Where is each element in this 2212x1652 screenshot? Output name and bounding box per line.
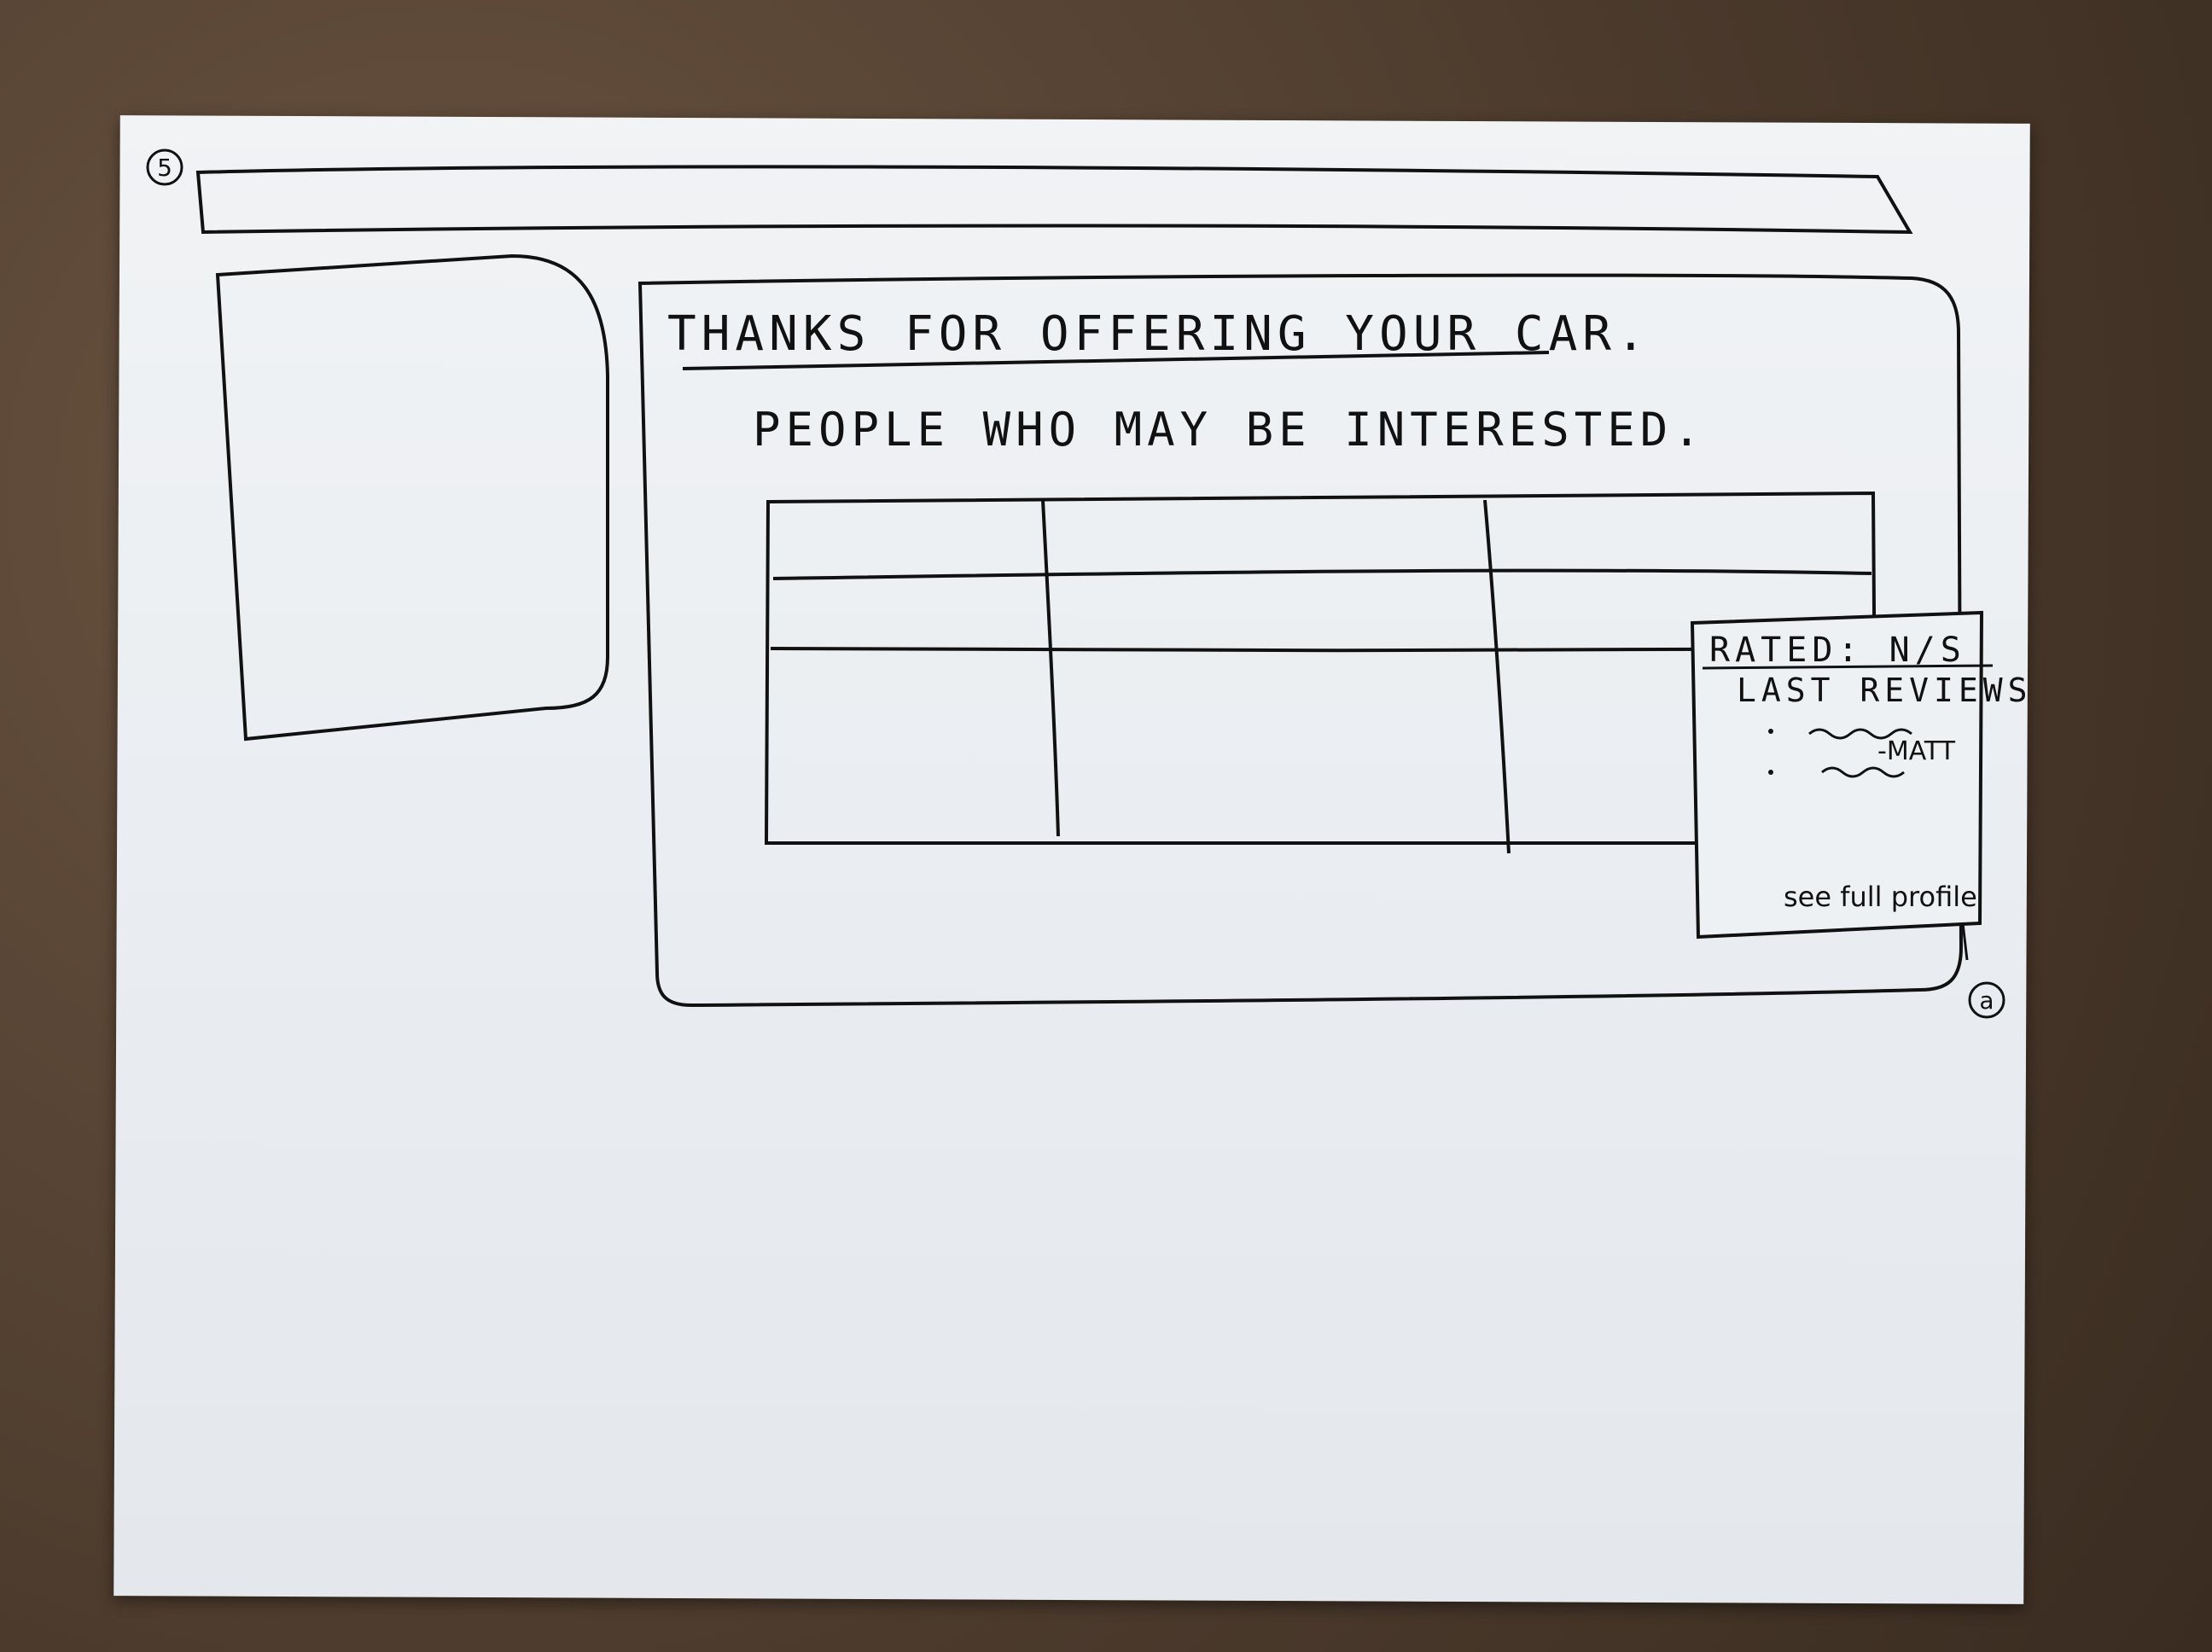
table-cell-row1-col1[interactable] xyxy=(775,582,1039,647)
callout-marker-label: a xyxy=(1979,986,1994,1015)
table-cell-row2-col3[interactable] xyxy=(1511,654,1698,836)
popup-section-label: LAST REVIEWS xyxy=(1737,672,2033,709)
table-cell-row2-col1[interactable] xyxy=(775,654,1039,836)
table-cell-row1-col2[interactable] xyxy=(1048,582,1481,647)
wireframe-sketch: 5 THANKS FOR OFFERING YOUR CAR. PEOPLE W… xyxy=(146,148,2033,1019)
header-bar[interactable] xyxy=(195,165,1913,235)
table-column-divider-1 xyxy=(1041,499,1060,837)
table-column-divider-2 xyxy=(1483,499,1511,854)
review-author: -MATT xyxy=(1877,736,1956,766)
review-bullet-2 xyxy=(1768,770,1773,775)
table-header-divider xyxy=(772,568,1872,580)
popup-rating: RATED: N/S xyxy=(1709,631,1966,670)
profile-popup: RATED: N/S LAST REVIEWS -MATT see full p… xyxy=(1690,610,2033,939)
section-subtitle: PEOPLE WHO MAY BE INTERESTED. xyxy=(753,403,1706,457)
see-full-profile-link[interactable]: see full profile xyxy=(1784,881,1977,913)
callout-marker: a xyxy=(1961,922,2005,1019)
callout-leader xyxy=(1961,922,1969,961)
table-cell-row2-col2[interactable] xyxy=(1058,654,1485,836)
sidebar-panel[interactable] xyxy=(215,253,609,742)
review-bullet-1 xyxy=(1768,729,1773,734)
page-marker: 5 xyxy=(146,148,183,186)
page-marker-label: 5 xyxy=(157,154,172,182)
